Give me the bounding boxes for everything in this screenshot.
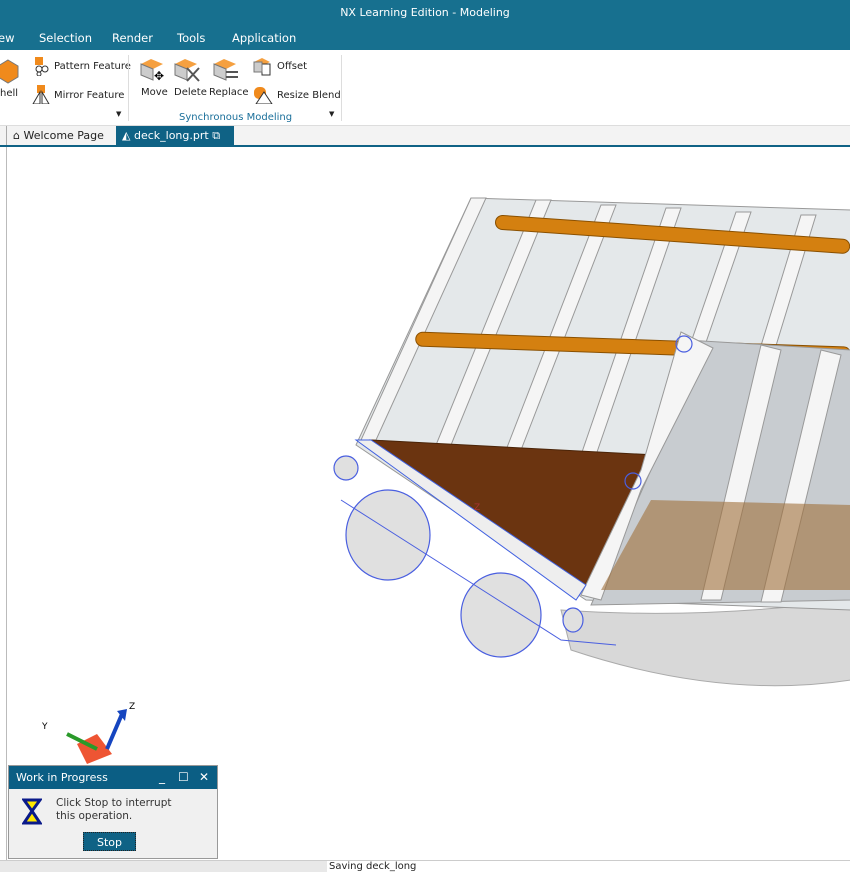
dialog-header: Work in Progress _ ☐ ✕ [9,766,217,789]
tab-deck-long[interactable]: ◭ deck_long.prt ⧉ ✕ [116,126,234,161]
home-icon: ⌂ [13,129,20,142]
hourglass-icon [22,798,42,825]
offset-button[interactable]: Offset [277,61,307,72]
close-icon[interactable]: ✕ [199,766,209,789]
window-title: NX Learning Edition - Modeling [340,6,510,19]
menu-view[interactable]: ew [0,31,14,45]
move-icon: ✥ [140,59,164,82]
title-bar: NX Learning Edition - Modeling [0,0,850,26]
minimize-icon[interactable]: _ [159,766,165,789]
tab-label: Welcome Page [23,129,104,142]
group-expand-icon[interactable]: ▼ [116,110,121,118]
synchronous-modeling-group-label: Synchronous Modeling [179,112,293,123]
menu-selection[interactable]: Selection [39,31,92,45]
tab-label: deck_long.prt [133,129,209,142]
menu-bar: ew Selection Render Tools Application [0,26,850,50]
shell-icon[interactable] [0,58,20,84]
ribbon: hell Pattern Feature Mirror Feature ▼ ✥ … [0,50,850,126]
replace-button[interactable]: Replace [209,87,249,98]
part-icon: ◭ [122,129,131,142]
resize-blend-button[interactable]: Resize Blend [277,90,341,101]
menu-tools[interactable]: Tools [177,31,205,45]
replace-icon [213,59,238,81]
view-triad: Z Y [41,702,135,764]
divider [128,55,129,121]
offset-icon [253,58,271,76]
delete-icon [174,59,200,82]
mirror-feature-button[interactable]: Mirror Feature [54,90,124,101]
tab-strip: ⌂ Welcome Page ◭ deck_long.prt ⧉ ✕ [0,126,850,161]
maximize-icon[interactable]: ☐ [178,766,189,789]
dialog-message: Click Stop to interrupt this operation. [56,797,172,822]
pattern-feature-button[interactable]: Pattern Feature [54,61,131,72]
group-expand-icon[interactable]: ▼ [329,110,334,118]
resize-blend-icon [254,87,273,104]
dialog-title: Work in Progress [16,771,108,784]
status-bar: Saving deck_long [0,860,850,873]
menu-application[interactable]: Application [232,31,296,45]
triad-z-label: Z [129,702,135,712]
mirror-feature-icon [32,85,50,104]
divider [341,55,342,121]
work-in-progress-dialog: Work in Progress _ ☐ ✕ Click Stop to int… [8,765,218,859]
triad-y-label: Y [41,722,48,732]
svg-text:✥: ✥ [154,69,164,82]
status-message: Saving deck_long [327,861,850,873]
stop-button[interactable]: Stop [83,832,136,851]
shell-button[interactable]: hell [0,88,18,99]
move-button[interactable]: Move [141,87,168,98]
delete-button[interactable]: Delete [174,87,207,98]
graphics-viewport[interactable]: Z Z Y [6,147,850,860]
tab-welcome-page[interactable]: ⌂ Welcome Page [6,126,110,145]
wcs-z-label: Z [474,503,480,513]
menu-render[interactable]: Render [112,31,153,45]
restore-icon[interactable]: ⧉ [212,129,220,142]
pattern-feature-icon [35,57,49,76]
